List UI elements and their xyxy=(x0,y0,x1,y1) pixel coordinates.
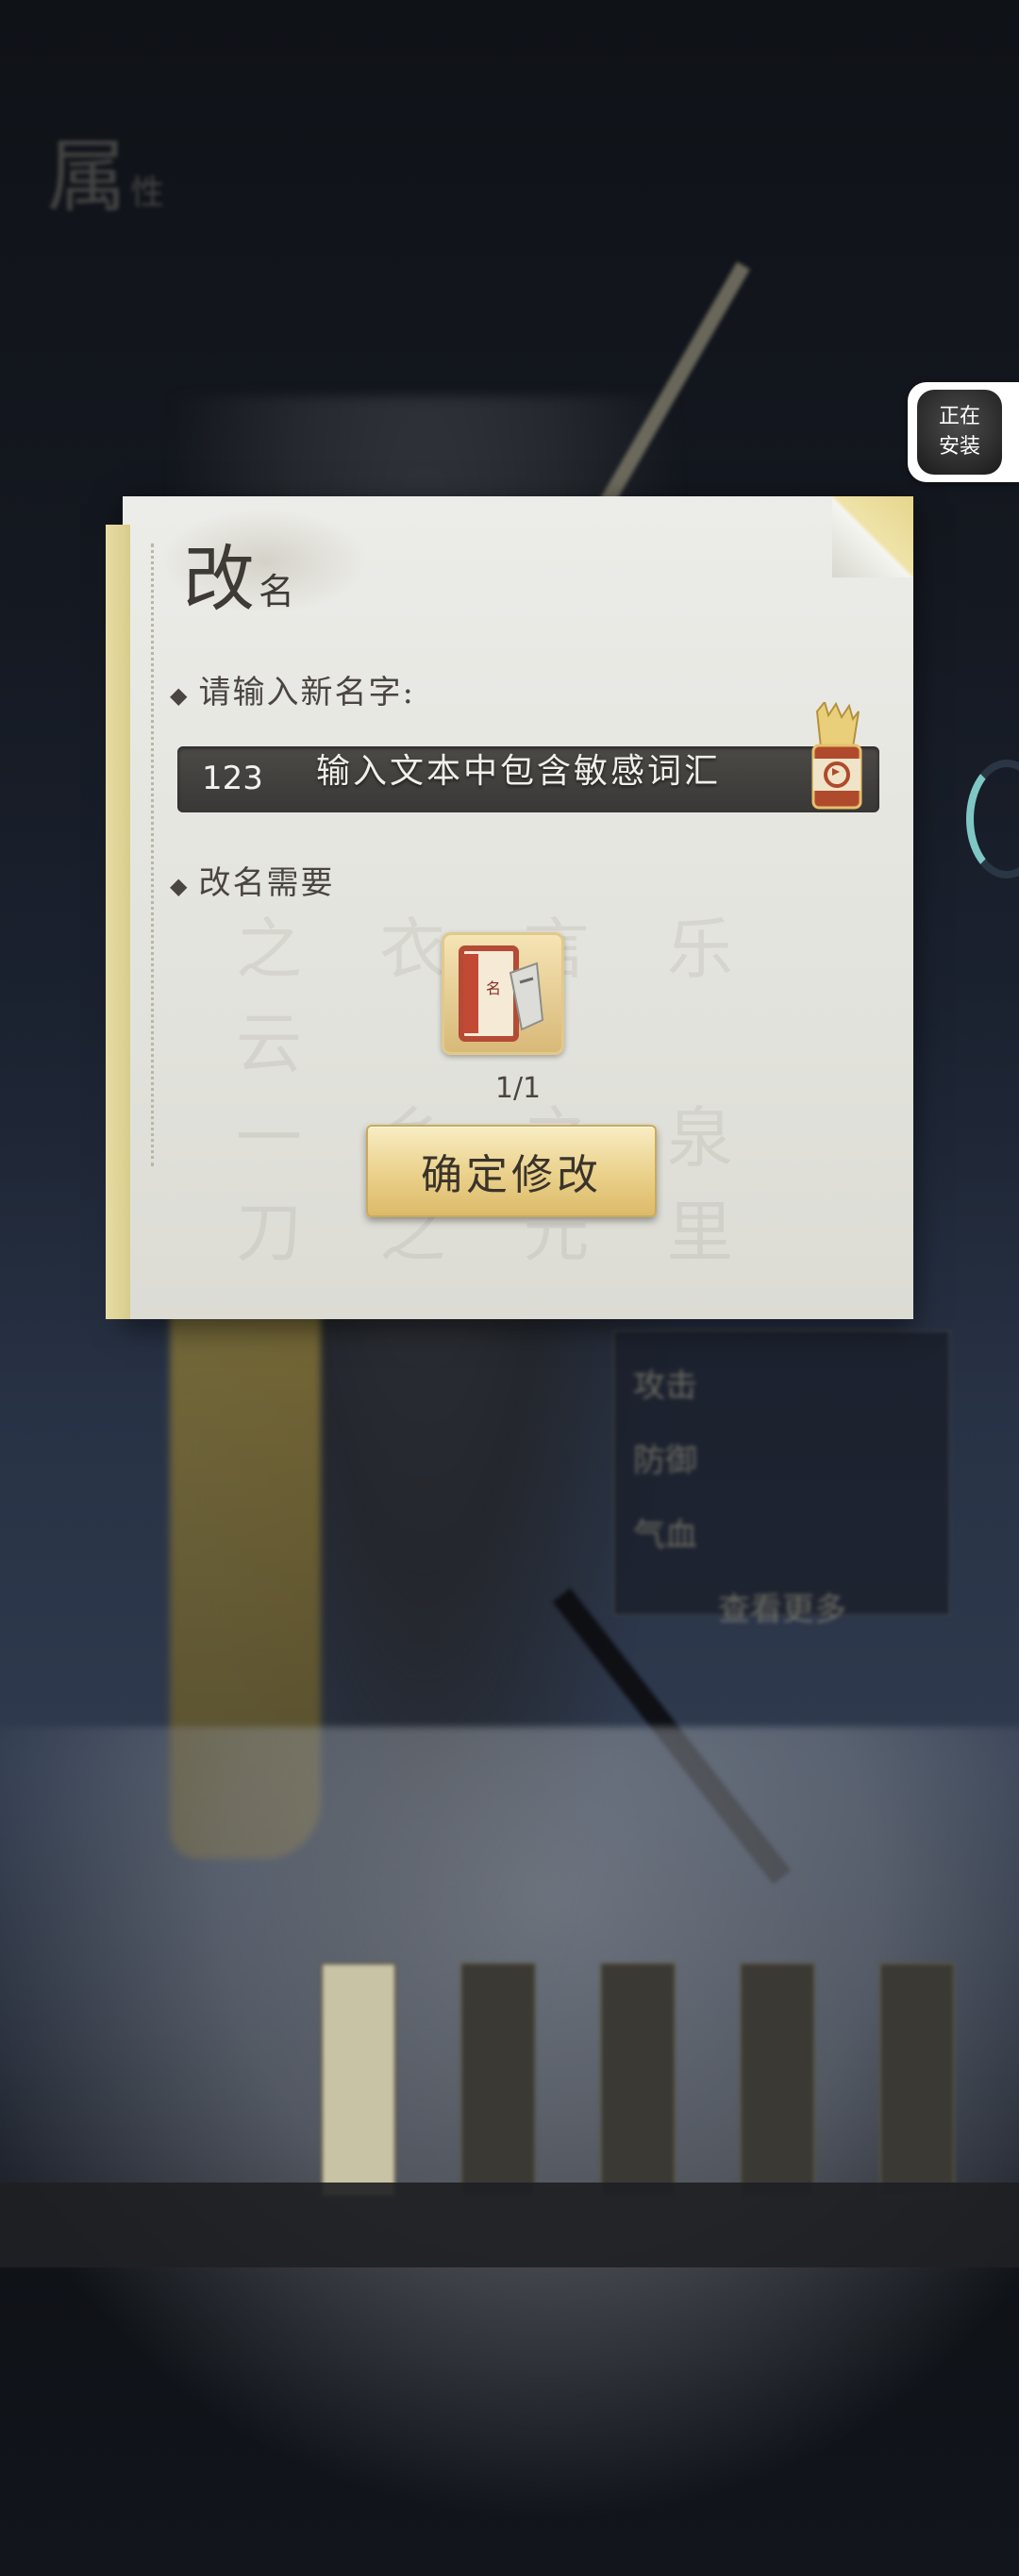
sensitive-word-toast: 输入文本中包含敏感词汇 xyxy=(316,752,722,791)
stat-row: 攻击 xyxy=(633,1367,697,1405)
requirement-label: ◆ 改名需要 xyxy=(170,864,335,902)
install-status-pill[interactable]: 正在 安装 xyxy=(908,382,1019,482)
app-install-icon: 正在 安装 xyxy=(917,390,1002,475)
more-button: 查看更多 xyxy=(718,1591,846,1629)
background-tab xyxy=(879,1963,955,2198)
name-input-value[interactable]: 123 xyxy=(202,760,263,797)
background-tab xyxy=(600,1963,676,2198)
input-label: ◆ 请输入新名字: xyxy=(170,674,415,711)
background-tab xyxy=(321,1963,396,2198)
rename-card-item-icon[interactable]: 名 xyxy=(442,932,564,1055)
bottom-bar xyxy=(0,2183,1019,2267)
rename-dialog: 之 衣 言 乐 云一 乡 之 泉刀 之 元 里 改名 ◆请输入新名字: 123 … xyxy=(106,496,913,1319)
background-attribute-title: 属性 xyxy=(47,130,169,223)
background-tab-bar xyxy=(321,1963,981,2208)
diamond-bullet-icon: ◆ xyxy=(170,873,190,899)
diamond-bullet-icon: ◆ xyxy=(170,682,190,709)
stat-row: 气血 xyxy=(633,1516,697,1554)
background-tab xyxy=(460,1963,536,2198)
svg-text:名: 名 xyxy=(486,979,501,997)
dialog-title: 改名 xyxy=(183,537,295,621)
folded-corner xyxy=(832,496,913,577)
item-count: 1/1 xyxy=(494,1072,542,1105)
background-tab xyxy=(740,1963,815,2198)
install-line-1: 正在 xyxy=(938,405,980,428)
stat-row: 防御 xyxy=(633,1442,697,1480)
confirm-rename-button[interactable]: 确定修改 xyxy=(366,1125,657,1217)
install-line-2: 安装 xyxy=(938,435,980,459)
dialog-spine xyxy=(106,525,130,1319)
random-name-dice-icon[interactable] xyxy=(806,699,866,815)
background-stat-panel: 攻击 防御 气血 查看更多 xyxy=(613,1330,950,1629)
